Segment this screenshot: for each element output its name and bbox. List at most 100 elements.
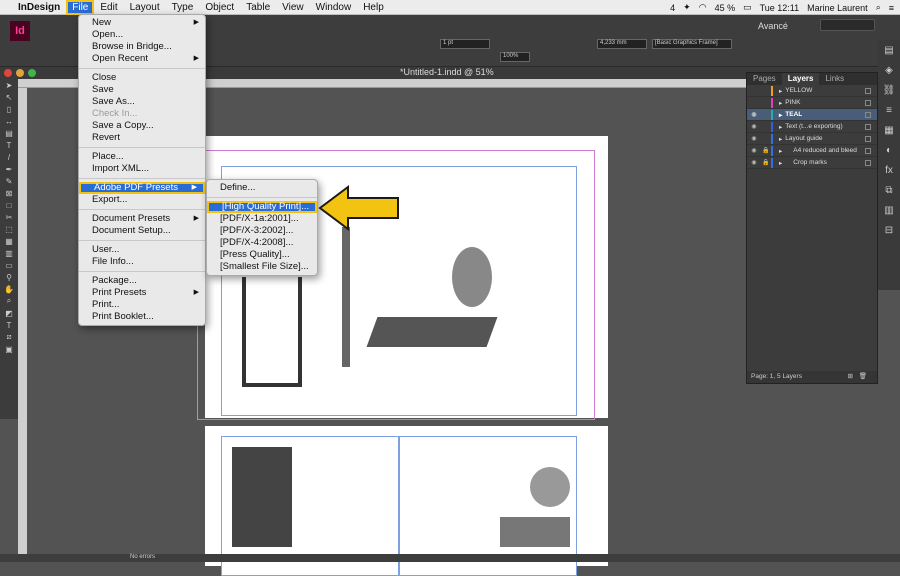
zoom-window-icon[interactable] <box>28 69 36 77</box>
pdf-preset-item-pdf-x-4-2008[interactable]: [PDF/X-4:2008]... <box>207 237 317 249</box>
expand-triangle-icon[interactable]: ▸ <box>779 147 782 155</box>
stroke-field[interactable]: 1 pt <box>440 39 490 49</box>
menu-help[interactable]: Help <box>357 0 390 15</box>
gradient-tool-icon[interactable]: ▦ <box>0 235 18 247</box>
file-menu-item-save-a-copy[interactable]: Save a Copy... <box>79 120 205 132</box>
menu-window[interactable]: Window <box>310 0 358 15</box>
visibility-eye-icon[interactable]: ◉ <box>747 111 761 118</box>
dropbox-icon[interactable]: ✦ <box>683 2 691 13</box>
minimize-window-icon[interactable] <box>16 69 24 77</box>
rectangle-frame-tool-icon[interactable]: ⊠ <box>0 187 18 199</box>
layer-target-square[interactable] <box>865 99 871 106</box>
expand-triangle-icon[interactable]: ▸ <box>779 111 782 119</box>
direct-selection-tool-icon[interactable]: ↖ <box>0 91 18 103</box>
line-tool-icon[interactable]: / <box>0 151 18 163</box>
expand-triangle-icon[interactable]: ▸ <box>779 123 782 131</box>
pdf-preset-item-smallest-file-size[interactable]: [Smallest File Size]... <box>207 261 317 273</box>
file-menu-item-browse-in-bridge[interactable]: Browse in Bridge... <box>79 41 205 53</box>
content-collector-icon[interactable]: ▤ <box>0 127 18 139</box>
file-menu-item-print-booklet[interactable]: Print Booklet... <box>79 311 205 323</box>
layer-target-square[interactable] <box>865 159 871 166</box>
close-window-icon[interactable] <box>4 69 12 77</box>
align-panel-icon[interactable]: ⊟ <box>878 220 900 240</box>
app-menu[interactable]: InDesign <box>12 0 66 15</box>
menu-file[interactable]: File <box>66 0 95 15</box>
layer-row[interactable]: ◉ 🔒 ▸ Crop marks <box>747 157 877 169</box>
delete-layer-icon[interactable]: 🗑 <box>859 371 867 383</box>
menu-object[interactable]: Object <box>199 0 240 15</box>
eyedropper-tool-icon[interactable]: ⚲ <box>0 271 18 283</box>
search-field[interactable] <box>820 19 875 31</box>
page-2[interactable] <box>205 426 608 576</box>
file-menu-item-export[interactable]: Export... <box>79 194 205 206</box>
menu-type[interactable]: Type <box>166 0 200 15</box>
type-tool-icon[interactable]: T <box>0 139 18 151</box>
pdf-preset-item-pdf-x-1a-2001[interactable]: [PDF/X-1a:2001]... <box>207 213 317 225</box>
file-menu-item-file-info[interactable]: File Info... <box>79 256 205 268</box>
rectangle-tool-icon[interactable]: □ <box>0 199 18 211</box>
visibility-eye-icon[interactable]: ◉ <box>747 147 761 154</box>
user-name[interactable]: Marine Laurent <box>807 3 868 13</box>
new-layer-icon[interactable]: ⊞ <box>848 371 853 383</box>
expand-triangle-icon[interactable]: ▸ <box>779 159 782 167</box>
effects-panel-icon[interactable]: fx <box>878 160 900 180</box>
workspace-switcher[interactable]: Avancé <box>758 21 788 31</box>
apply-none-icon[interactable]: ⧄ <box>0 331 18 343</box>
file-menu-item-user[interactable]: User... <box>79 244 205 256</box>
layer-target-square[interactable] <box>865 111 871 118</box>
file-menu-item-print[interactable]: Print... <box>79 299 205 311</box>
file-menu-item-open-recent[interactable]: Open Recent ▶ <box>79 53 205 65</box>
object-style-field[interactable]: [Basic Graphics Frame] <box>652 39 732 49</box>
tab-layers[interactable]: Layers <box>781 73 820 85</box>
page-tool-icon[interactable]: ▯ <box>0 103 18 115</box>
layer-row[interactable]: ◉ ▸ Text (t...e exporting) <box>747 121 877 133</box>
file-menu-item-revert[interactable]: Revert <box>79 132 205 144</box>
tab-links[interactable]: Links <box>819 73 850 85</box>
file-menu-item-save[interactable]: Save <box>79 84 205 96</box>
pdf-preset-item-define[interactable]: Define... <box>207 182 317 194</box>
hand-tool-icon[interactable]: ✋ <box>0 283 18 295</box>
menu-edit[interactable]: Edit <box>94 0 123 15</box>
pencil-tool-icon[interactable]: ✎ <box>0 175 18 187</box>
battery-text[interactable]: 45 % <box>715 3 736 13</box>
layer-row[interactable]: ◉ ▸ TEAL <box>747 109 877 121</box>
color-panel-icon[interactable]: ◐ <box>878 140 900 160</box>
file-menu-item-new[interactable]: New ▶ <box>79 17 205 29</box>
layer-row[interactable]: ◉ ▸ Layout guide <box>747 133 877 145</box>
expand-triangle-icon[interactable]: ▸ <box>779 99 782 107</box>
pdf-preset-item-pdf-x-3-2002[interactable]: [PDF/X-3:2002]... <box>207 225 317 237</box>
zoom-field[interactable]: 100% <box>500 52 530 62</box>
scissors-tool-icon[interactable]: ✂ <box>0 211 18 223</box>
file-menu-item-import-xml[interactable]: Import XML... <box>79 163 205 175</box>
file-menu-item-package[interactable]: Package... <box>79 275 205 287</box>
visibility-eye-icon[interactable]: ◉ <box>747 123 761 130</box>
note-tool-icon[interactable]: ▭ <box>0 259 18 271</box>
pages-panel-icon[interactable]: ▤ <box>878 40 900 60</box>
gap-tool-icon[interactable]: ↔ <box>0 115 18 127</box>
layer-target-square[interactable] <box>865 87 871 94</box>
list-icon[interactable]: ≡ <box>889 3 894 13</box>
zoom-tool-icon[interactable]: ⌕ <box>0 295 18 307</box>
menu-layout[interactable]: Layout <box>124 0 166 15</box>
cc-libraries-icon[interactable]: ⧉ <box>878 180 900 200</box>
selection-tool-icon[interactable]: ➤ <box>0 79 18 91</box>
file-menu-item-open[interactable]: Open... <box>79 29 205 41</box>
layer-row[interactable]: ▸ PINK <box>747 97 877 109</box>
visibility-eye-icon[interactable]: ◉ <box>747 135 761 142</box>
lock-icon[interactable]: 🔒 <box>761 147 771 154</box>
links-panel-icon[interactable]: ⛓ <box>878 80 900 100</box>
pen-tool-icon[interactable]: ✒ <box>0 163 18 175</box>
fill-stroke-icon[interactable]: ◩ <box>0 307 18 319</box>
menu-table[interactable]: Table <box>240 0 276 15</box>
layers-panel-icon[interactable]: ◈ <box>878 60 900 80</box>
pdf-preset-item-press-quality[interactable]: [Press Quality]... <box>207 249 317 261</box>
layer-target-square[interactable] <box>865 135 871 142</box>
layer-row[interactable]: ▸ YELLOW <box>747 85 877 97</box>
preflight-status[interactable]: No errors <box>130 554 155 560</box>
visibility-eye-icon[interactable]: ◉ <box>747 159 761 166</box>
menu-view[interactable]: View <box>276 0 310 15</box>
file-menu-item-save-as[interactable]: Save As... <box>79 96 205 108</box>
file-menu-item-place[interactable]: Place... <box>79 151 205 163</box>
layer-target-square[interactable] <box>865 123 871 130</box>
gradient-feather-tool-icon[interactable]: ▥ <box>0 247 18 259</box>
